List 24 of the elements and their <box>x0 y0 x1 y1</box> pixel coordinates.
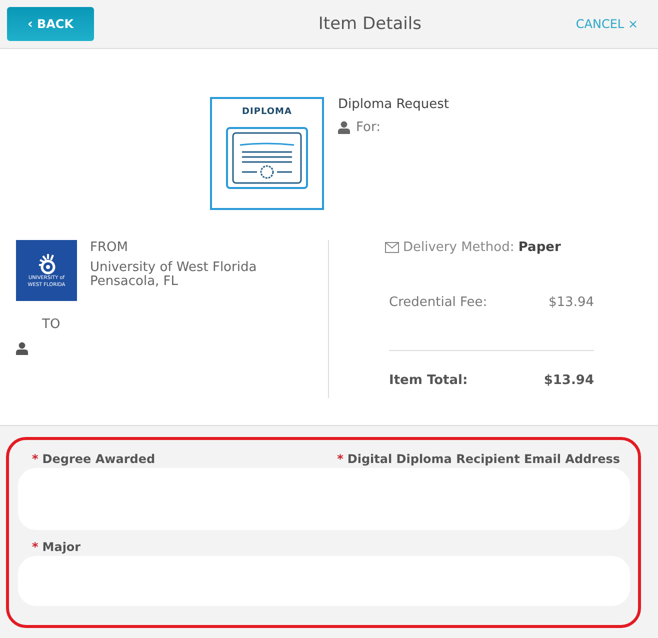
delivery-method: Delivery Method: Paper <box>403 240 561 255</box>
required-mark: * <box>337 452 344 466</box>
required-mark: * <box>32 540 38 554</box>
to-heading: TO <box>42 317 62 332</box>
cancel-button[interactable]: CANCEL × <box>576 17 638 31</box>
back-button[interactable]: ‹ BACK <box>7 7 94 41</box>
from-heading: FROM <box>90 240 129 255</box>
field-label-text: Degree Awarded <box>42 452 156 466</box>
field-label-text: Major <box>42 540 81 554</box>
item-title: Diploma Request <box>338 97 450 112</box>
fee-amount: $13.94 <box>548 295 594 310</box>
diploma-icon: DIPLOMA <box>210 97 324 210</box>
fee-label: Item Total: <box>389 373 468 388</box>
fee-amount: $13.94 <box>544 373 594 388</box>
person-icon <box>338 121 350 134</box>
address-line: University of West Florida <box>90 261 257 275</box>
field-label-text: Digital Diploma Recipient Email Address <box>347 452 620 466</box>
for-label: For: <box>356 120 380 135</box>
envelope-icon <box>385 242 399 253</box>
required-mark: * <box>32 452 38 466</box>
address-line: Pensacola, FL <box>90 275 180 289</box>
person-icon <box>16 342 28 355</box>
fee-label: Credential Fee: <box>389 295 488 310</box>
page-title: Item Details <box>317 14 422 34</box>
